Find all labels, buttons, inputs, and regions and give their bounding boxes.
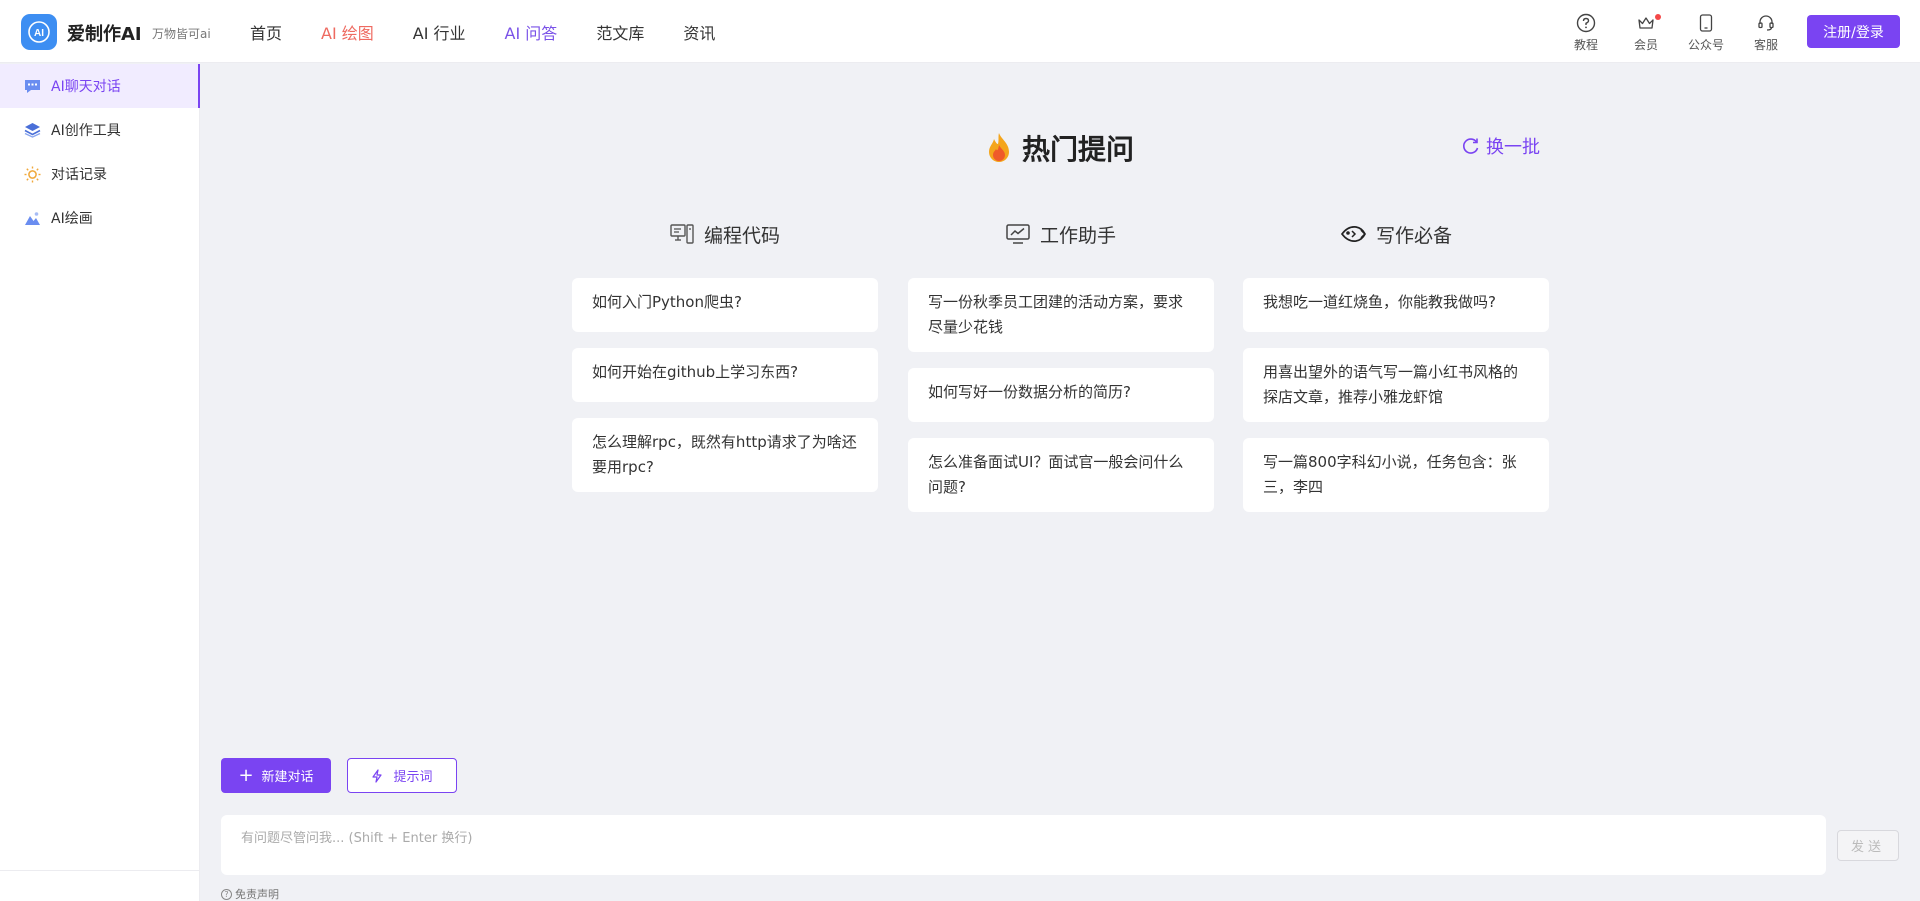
prompt-words-button[interactable]: 提示词 (347, 758, 457, 793)
refresh-icon (1463, 138, 1479, 154)
column-header: 写作必备 (1243, 218, 1549, 250)
new-chat-label: 新建对话 (261, 770, 314, 785)
column-header: 工作助手 (908, 218, 1214, 250)
nav-ai-industry[interactable]: AI 行业 (413, 20, 466, 44)
prompt-words-label: 提示词 (393, 770, 433, 785)
question-card[interactable]: 用喜出望外的语气写一篇小红书风格的探店文章，推荐小雅龙虾馆 (1243, 348, 1549, 422)
disclaimer-link[interactable]: ? 免责声明 (221, 886, 279, 901)
top-header: AI 爱制作AI 万物皆可ai 首页 AI 绘图 AI 行业 AI 问答 范文库… (0, 0, 1920, 63)
disclaimer-label: 免责声明 (235, 888, 279, 901)
sidebar-item-label: AI绘画 (51, 211, 93, 227)
nav-home[interactable]: 首页 (250, 20, 282, 44)
question-card[interactable]: 写一篇800字科幻小说，任务包含：张三，李四 (1243, 438, 1549, 512)
send-button[interactable]: 发送 (1837, 830, 1899, 861)
member-label: 会员 (1633, 38, 1658, 52)
question-card[interactable]: 怎么理解rpc，既然有http请求了为啥还要用rpc? (572, 418, 878, 492)
hot-questions-title: 热门提问 (986, 128, 1134, 168)
brand-name[interactable]: 爱制作AI (67, 20, 142, 46)
nav-news[interactable]: 资讯 (683, 20, 715, 44)
sidebar-item-label: AI创作工具 (51, 123, 121, 139)
crown-icon (1622, 12, 1670, 34)
refresh-batch-label: 换一批 (1486, 137, 1540, 158)
info-icon: ? (221, 888, 232, 900)
question-circle-icon (1562, 12, 1610, 34)
logo-icon[interactable]: AI (21, 14, 57, 50)
layers-icon (24, 122, 41, 139)
fish-icon (1340, 224, 1366, 244)
sidebar-item-label: 对话记录 (51, 167, 107, 183)
chat-icon (24, 78, 41, 95)
question-card[interactable]: 我想吃一道红烧鱼，你能教我做吗? (1243, 278, 1549, 332)
sidebar-divider (0, 870, 200, 871)
refresh-batch-button[interactable]: 换一批 (1462, 133, 1540, 159)
sidebar: AI聊天对话 AI创作工具 对话记录 AI绘画 (0, 64, 200, 901)
column-work-assistant: 工作助手 写一份秋季员工团建的活动方案，要求尽量少花钱 如何写好一份数据分析的简… (908, 218, 1214, 528)
member-badge-dot (1655, 14, 1661, 20)
nav-ai-drawing[interactable]: AI 绘图 (321, 20, 374, 44)
tutorial-button[interactable]: 教程 (1562, 12, 1610, 53)
tutorial-label: 教程 (1573, 38, 1598, 52)
code-screen-icon (670, 223, 694, 245)
question-card[interactable]: 如何开始在github上学习东西? (572, 348, 878, 402)
column-title: 编程代码 (703, 224, 780, 247)
chat-input[interactable] (221, 815, 1826, 875)
question-card[interactable]: 如何入门Python爬虫? (572, 278, 878, 332)
column-writing: 写作必备 我想吃一道红烧鱼，你能教我做吗? 用喜出望外的语气写一篇小红书风格的探… (1243, 218, 1549, 528)
official-account-button[interactable]: 公众号 (1682, 12, 1730, 53)
sidebar-item-label: AI聊天对话 (51, 79, 121, 95)
phone-icon (1682, 12, 1730, 34)
question-card[interactable]: 写一份秋季员工团建的活动方案，要求尽量少花钱 (908, 278, 1214, 352)
hot-questions-title-text: 热门提问 (1022, 133, 1135, 166)
new-chat-button[interactable]: + 新建对话 (221, 758, 331, 793)
monitor-chart-icon (1006, 223, 1030, 245)
lightning-icon (372, 768, 383, 783)
column-header: 编程代码 (572, 218, 878, 250)
nav-template-library[interactable]: 范文库 (596, 20, 644, 44)
sidebar-item-ai-tools[interactable]: AI创作工具 (0, 108, 199, 152)
nav-ai-qa[interactable]: AI 问答 (505, 20, 558, 44)
plus-icon: + (238, 764, 254, 786)
bulb-icon (24, 166, 41, 183)
image-icon (24, 210, 41, 227)
sidebar-item-chat-history[interactable]: 对话记录 (0, 152, 199, 196)
sidebar-item-ai-painting[interactable]: AI绘画 (0, 196, 199, 240)
column-programming: 编程代码 如何入门Python爬虫? 如何开始在github上学习东西? 怎么理… (572, 218, 878, 508)
headset-icon (1742, 12, 1790, 34)
member-button[interactable]: 会员 (1622, 12, 1670, 53)
svg-text:AI: AI (34, 28, 44, 39)
column-title: 工作助手 (1039, 224, 1116, 247)
column-title: 写作必备 (1375, 224, 1452, 247)
fire-icon (986, 132, 1012, 164)
sidebar-item-ai-chat[interactable]: AI聊天对话 (0, 64, 200, 108)
question-card[interactable]: 如何写好一份数据分析的简历? (908, 368, 1214, 422)
question-card[interactable]: 怎么准备面试UI？面试官一般会问什么问题? (908, 438, 1214, 512)
brand-slogan: 万物皆可ai (152, 27, 211, 41)
official-account-label: 公众号 (1687, 38, 1724, 52)
register-login-button[interactable]: 注册/登录 (1807, 15, 1900, 48)
customer-service-label: 客服 (1753, 38, 1778, 52)
customer-service-button[interactable]: 客服 (1742, 12, 1790, 53)
main-nav: 首页 AI 绘图 AI 行业 AI 问答 范文库 资讯 (250, 0, 754, 63)
